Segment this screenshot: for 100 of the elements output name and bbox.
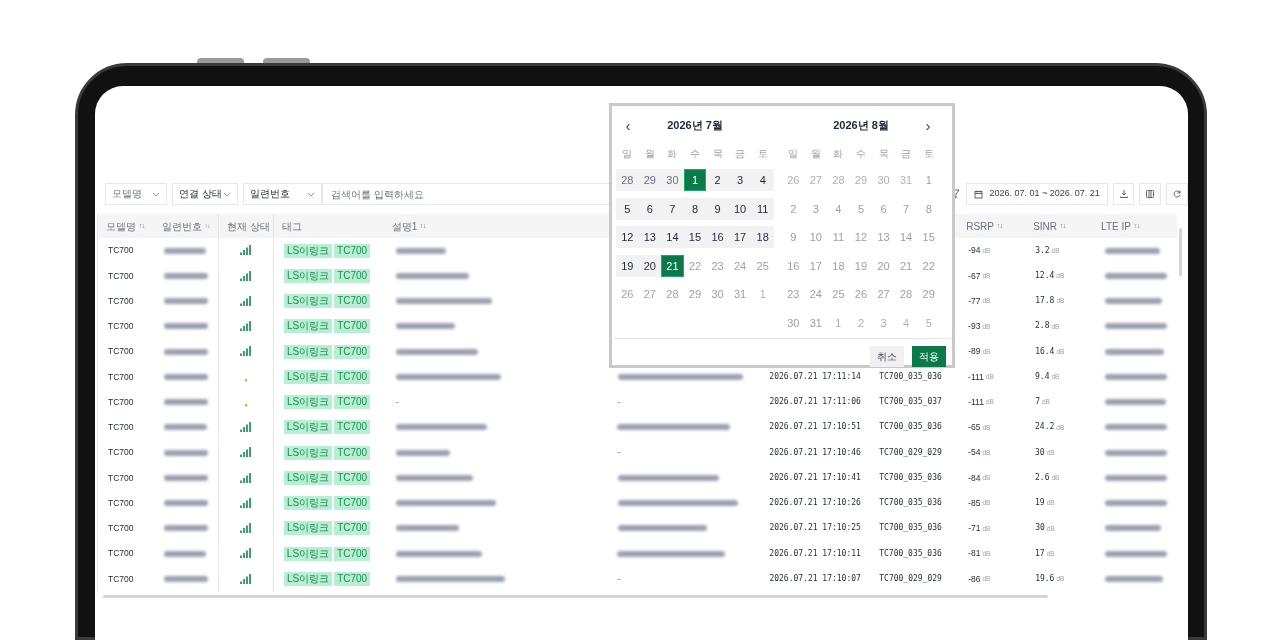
cancel-button[interactable]: 취소 — [870, 345, 904, 367]
calendar-day[interactable]: 14 — [661, 226, 684, 249]
calendar-day[interactable]: 16 — [706, 226, 729, 249]
weekday-label: 수 — [856, 146, 866, 161]
sort-icon[interactable] — [997, 223, 1003, 229]
tag-chip: TC700 — [334, 521, 371, 536]
tag-chip: TC700 — [334, 395, 371, 410]
weekday-label: 목 — [878, 146, 889, 161]
sort-icon[interactable] — [204, 223, 210, 229]
dropdown[interactable]: 모델명 — [105, 183, 168, 205]
table-cell: 2.8 — [1035, 320, 1050, 333]
horizontal-scrollbar[interactable] — [103, 594, 1048, 598]
table-cell: 2026.07.21 17:10:51 — [769, 421, 861, 434]
blurred-text — [395, 449, 450, 456]
dropdown[interactable]: 일련번호 — [242, 183, 322, 205]
blurred-text — [1105, 424, 1167, 431]
blurred-text — [163, 298, 208, 305]
calendar-day[interactable]: 21 — [661, 255, 684, 278]
date-range-field[interactable]: 2026. 07. 01 ~ 2026. 07. 21 — [966, 183, 1108, 205]
columns-button[interactable] — [1139, 183, 1162, 205]
column-header[interactable]: 모델명 — [106, 218, 136, 234]
calendar-day: 26 — [616, 283, 639, 306]
calendar-day[interactable]: 29 — [638, 169, 662, 192]
calendar-day[interactable]: 28 — [616, 169, 639, 192]
table-cell: - — [617, 395, 621, 409]
calendar-day[interactable]: 8 — [683, 197, 707, 220]
calendar-day: 10 — [804, 226, 828, 249]
calendar-day[interactable]: 4 — [751, 169, 774, 192]
sort-icon[interactable] — [1133, 223, 1140, 229]
vertical-scrollbar[interactable] — [1179, 228, 1182, 276]
calendar-day: 1 — [751, 283, 774, 306]
month-title: 2026년 7월 — [667, 117, 723, 133]
calendar-day: 30 — [706, 283, 729, 306]
calendar-day: 21 — [894, 255, 918, 278]
calendar-day: 3 — [804, 197, 828, 220]
table-cell: -89 — [968, 345, 981, 358]
calendar-day[interactable]: 7 — [661, 197, 684, 220]
table-cell: 3.2 — [1035, 244, 1050, 257]
previous-month-button[interactable]: ‹ — [622, 117, 634, 133]
calendar-day: 29 — [849, 169, 873, 192]
column-header[interactable]: SINR — [1033, 218, 1058, 234]
calendar-day[interactable]: 15 — [683, 226, 707, 249]
table-cell: TC700_035_036 — [879, 522, 942, 535]
calendar-day[interactable]: 12 — [616, 226, 639, 249]
tag-chip: LS이링크 — [283, 294, 333, 309]
dropdown[interactable]: 연결 상태 — [172, 183, 238, 205]
calendar-day[interactable]: 9 — [706, 197, 729, 220]
table-cell: 9.4 — [1035, 370, 1050, 383]
calendar-day: 31 — [728, 283, 752, 306]
tag-chip: TC700 — [334, 294, 371, 309]
chevron-down-icon — [152, 191, 161, 197]
tag-chip: TC700 — [334, 369, 371, 384]
column-header[interactable]: 태그 — [281, 218, 302, 234]
calendar-day[interactable]: 6 — [638, 197, 662, 220]
sort-icon[interactable] — [420, 223, 427, 229]
table-cell: 19.6 — [1035, 572, 1055, 585]
calendar-day[interactable]: 13 — [638, 226, 662, 249]
calendar-day[interactable]: 1 — [683, 169, 707, 192]
table-cell: TC700_029_029 — [879, 572, 942, 585]
tag-chip: TC700 — [334, 319, 371, 334]
calendar-day: 8 — [917, 197, 940, 220]
tag-chip: TC700 — [334, 420, 371, 435]
column-header[interactable]: RSRP — [966, 218, 994, 234]
column-header[interactable]: LTE IP — [1101, 218, 1131, 234]
tag-chip: LS이링크 — [283, 420, 333, 435]
calendar-day[interactable]: 18 — [751, 226, 774, 249]
table-cell: - — [395, 395, 399, 409]
calendar-day: 22 — [917, 255, 940, 278]
calendar-day[interactable]: 2 — [706, 169, 729, 192]
table-cell: 2026.07.21 17:10:26 — [769, 497, 861, 510]
column-header[interactable]: 일련번호 — [161, 218, 202, 234]
column-header[interactable]: 설명1 — [391, 218, 418, 234]
table-cell: 2.6 — [1035, 471, 1050, 484]
sort-icon[interactable] — [139, 223, 145, 229]
calendar-day[interactable]: 5 — [616, 197, 639, 220]
download-icon — [1118, 189, 1129, 199]
calendar-day[interactable]: 20 — [638, 255, 662, 278]
column-header[interactable]: 현재 상태 — [226, 218, 270, 234]
calendar-day: 6 — [872, 197, 895, 220]
calendar-day: 26 — [782, 169, 805, 192]
calendar-day[interactable]: 10 — [728, 197, 752, 220]
calendar-day[interactable]: 30 — [661, 169, 684, 192]
calendar-day[interactable]: 17 — [728, 226, 752, 249]
download-button[interactable] — [1112, 183, 1135, 205]
table-cell: TC700 — [108, 522, 134, 535]
next-month-button[interactable]: › — [922, 117, 934, 133]
tag-chip: TC700 — [334, 268, 371, 283]
calendar-day: 11 — [827, 226, 850, 249]
calendar-day: 23 — [782, 283, 805, 306]
calendar-day[interactable]: 19 — [616, 255, 639, 278]
apply-button[interactable]: 적용 — [912, 345, 946, 367]
sort-icon[interactable] — [1060, 223, 1067, 229]
calendar-day: 27 — [638, 283, 662, 306]
table-cell: -111 — [968, 370, 984, 384]
calendar-day[interactable]: 11 — [751, 197, 774, 220]
calendar-day: 12 — [849, 226, 873, 249]
calendar-day[interactable]: 3 — [728, 169, 752, 192]
refresh-button[interactable] — [1166, 183, 1188, 205]
blurred-text — [163, 575, 208, 582]
tag-chip: LS이링크 — [283, 445, 333, 460]
